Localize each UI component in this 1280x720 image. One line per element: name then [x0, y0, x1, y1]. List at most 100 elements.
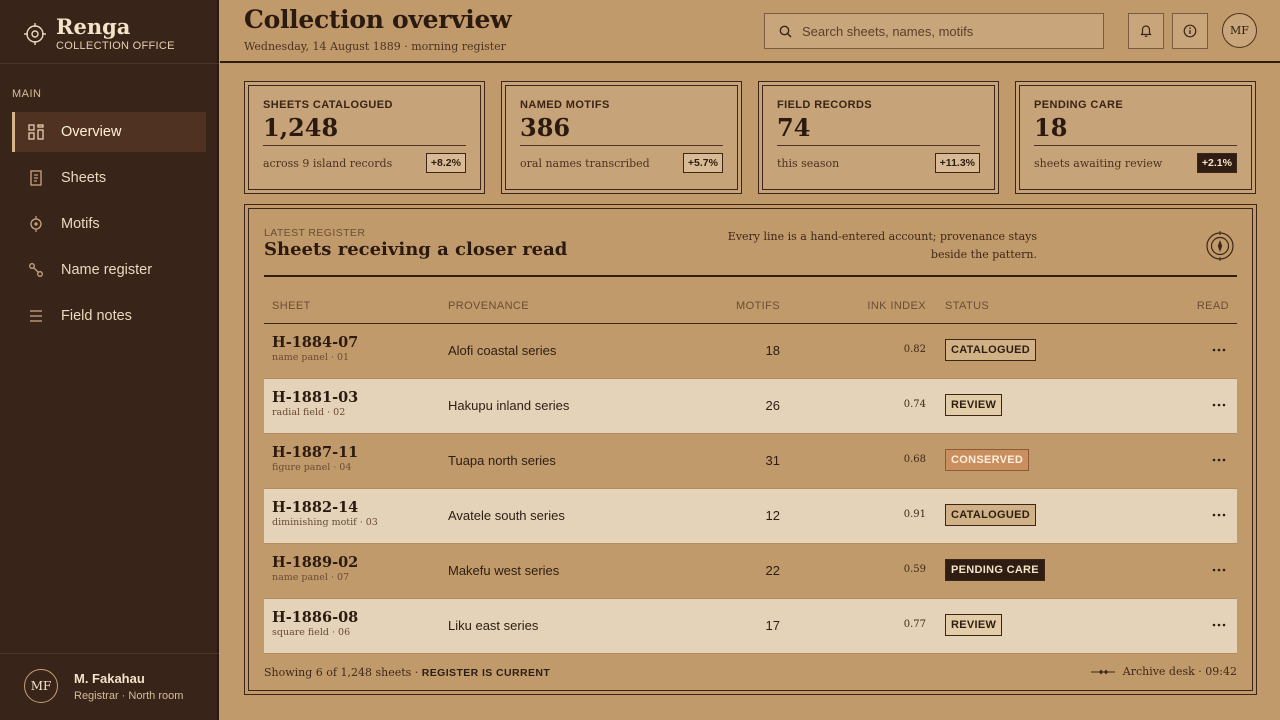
register-eyebrow: LATEST REGISTER [264, 227, 366, 239]
more-dots-icon [1212, 403, 1226, 407]
sheet-id[interactable]: H-1881-03 [272, 389, 358, 406]
more-dots-icon [1212, 513, 1226, 517]
motifs-cell: 26 [765, 398, 780, 413]
sidebar-item-name-register[interactable]: Name register [12, 250, 206, 290]
stat-card-sheets: SHEETS CATALOGUED 1,248 across 9 island … [244, 81, 485, 194]
sheet-id[interactable]: H-1886-08 [272, 609, 358, 626]
stat-value: 18 [1034, 113, 1068, 142]
stat-value: 386 [520, 113, 571, 142]
search-icon [779, 25, 792, 38]
page-date: Wednesday, 14 August 1889 · morning regi… [244, 40, 506, 53]
nav-section-label: MAIN [12, 88, 42, 100]
stat-divider [520, 145, 723, 146]
motifs-cell: 17 [765, 618, 780, 633]
stat-delta-badge: +8.2% [425, 153, 466, 173]
row-more-button[interactable] [1211, 397, 1227, 413]
stat-label: NAMED MOTIFS [520, 99, 610, 111]
register-footer-desk: Archive desk · 09:42 [1090, 665, 1237, 678]
stat-delta-badge: +2.1% [1196, 153, 1237, 173]
brand[interactable]: Renga COLLECTION OFFICE [24, 14, 175, 54]
table-row[interactable]: H-1889-02 name panel · 07 Makefu west se… [264, 544, 1237, 599]
sidebar-item-field-notes[interactable]: Field notes [12, 296, 206, 336]
register-title: Sheets receiving a closer read [264, 239, 568, 260]
ink-index-cell: 0.91 [903, 509, 926, 520]
motifs-cell: 12 [765, 508, 780, 523]
row-more-button[interactable] [1211, 617, 1227, 633]
column-header-status[interactable]: STATUS [945, 300, 989, 312]
user-name: M. Fakahau [74, 670, 145, 686]
table-row[interactable]: H-1881-03 radial field · 02 Hakupu inlan… [264, 379, 1237, 434]
sheet-id[interactable]: H-1884-07 [272, 334, 358, 351]
stat-divider [1034, 145, 1237, 146]
info-button[interactable] [1172, 13, 1208, 49]
search-box[interactable] [764, 13, 1104, 49]
sheet-subtitle: figure panel · 04 [272, 462, 352, 473]
table-header: SHEET PROVENANCE MOTIFS INK INDEX STATUS… [264, 289, 1237, 324]
page-title: Collection overview [244, 5, 512, 34]
provenance-cell: Hakupu inland series [448, 398, 570, 413]
register-table-body: H-1884-07 name panel · 01 Alofi coastal … [264, 324, 1237, 654]
sidebar-item-motifs[interactable]: Motifs [12, 204, 206, 244]
sheet-id[interactable]: H-1889-02 [272, 554, 358, 571]
sheet-subtitle: square field · 06 [272, 627, 351, 638]
stat-card-motifs: NAMED MOTIFS 386 oral names transcribed … [501, 81, 742, 194]
sidebar-item-overview[interactable]: Overview [12, 112, 206, 152]
stat-label: FIELD RECORDS [777, 99, 873, 111]
user-profile[interactable]: MF M. Fakahau Registrar · North room [24, 669, 183, 703]
register-description: Every line is a hand-entered account; pr… [727, 230, 1037, 261]
provenance-cell: Avatele south series [448, 508, 565, 523]
motifs-cell: 22 [765, 563, 780, 578]
compass-emblem-icon [1206, 231, 1234, 261]
column-header-provenance[interactable]: PROVENANCE [448, 300, 529, 312]
status-badge: CATALOGUED [945, 504, 1036, 526]
ink-index-cell: 0.59 [903, 564, 926, 575]
status-badge: CONSERVED [945, 449, 1030, 471]
stat-note: this season [777, 156, 840, 170]
sidebar-item-label: Overview [61, 124, 122, 140]
column-header-motifs[interactable]: MOTIFS [736, 300, 780, 312]
provenance-cell: Alofi coastal series [448, 343, 557, 358]
stat-delta-badge: +11.3% [934, 153, 980, 173]
sidebar-footer-divider [0, 653, 219, 654]
table-row[interactable]: H-1882-14 diminishing motif · 03 Avatele… [264, 489, 1237, 544]
sheet-id[interactable]: H-1882-14 [272, 499, 378, 516]
column-header-ink-index[interactable]: INK INDEX [867, 300, 926, 312]
table-row[interactable]: H-1886-08 square field · 06 Liku east se… [264, 599, 1237, 654]
sidebar-item-sheets[interactable]: Sheets [12, 158, 206, 198]
header: Collection overview Wednesday, 14 August… [220, 0, 1280, 63]
stat-divider [777, 145, 980, 146]
sidebar: Renga COLLECTION OFFICE MAIN Overview Sh… [0, 0, 219, 720]
stat-label: SHEETS CATALOGUED [263, 99, 393, 111]
register-divider [264, 275, 1237, 277]
stat-card-pending-care: PENDING CARE 18 sheets awaiting review +… [1015, 81, 1256, 194]
ink-index-cell: 0.77 [903, 619, 926, 630]
table-row[interactable]: H-1887-11 figure panel · 04 Tuapa north … [264, 434, 1237, 489]
notifications-button[interactable] [1128, 13, 1164, 49]
search-input[interactable] [802, 23, 1092, 39]
stat-value: 1,248 [263, 113, 339, 142]
stat-divider [263, 145, 466, 146]
sidebar-item-label: Field notes [61, 308, 132, 324]
ink-index-cell: 0.74 [903, 399, 926, 410]
sheet-id[interactable]: H-1887-11 [272, 444, 358, 461]
info-icon [1183, 24, 1197, 38]
status-badge: REVIEW [945, 394, 1003, 416]
table-row[interactable]: H-1884-07 name panel · 01 Alofi coastal … [264, 324, 1237, 379]
motifs-cell: 18 [765, 343, 780, 358]
header-avatar[interactable]: MF [1222, 13, 1257, 48]
grid-icon [28, 124, 44, 140]
row-more-button[interactable] [1211, 452, 1227, 468]
column-header-sheet[interactable]: SHEET [272, 300, 311, 312]
name-register-icon [29, 263, 43, 277]
row-more-button[interactable] [1211, 507, 1227, 523]
brand-subtitle: COLLECTION OFFICE [56, 39, 175, 52]
ink-index-cell: 0.68 [903, 454, 926, 465]
sheet-subtitle: diminishing motif · 03 [272, 517, 378, 528]
sidebar-nav: Overview Sheets Motifs Name register Fie… [12, 112, 206, 342]
stat-value: 74 [777, 113, 811, 142]
footer-state-text: REGISTER IS CURRENT [421, 667, 551, 679]
register-panel: LATEST REGISTER Sheets receiving a close… [244, 204, 1257, 695]
row-more-button[interactable] [1211, 562, 1227, 578]
row-more-button[interactable] [1211, 342, 1227, 358]
footer-desk-text: Archive desk · 09:42 [1122, 665, 1237, 678]
